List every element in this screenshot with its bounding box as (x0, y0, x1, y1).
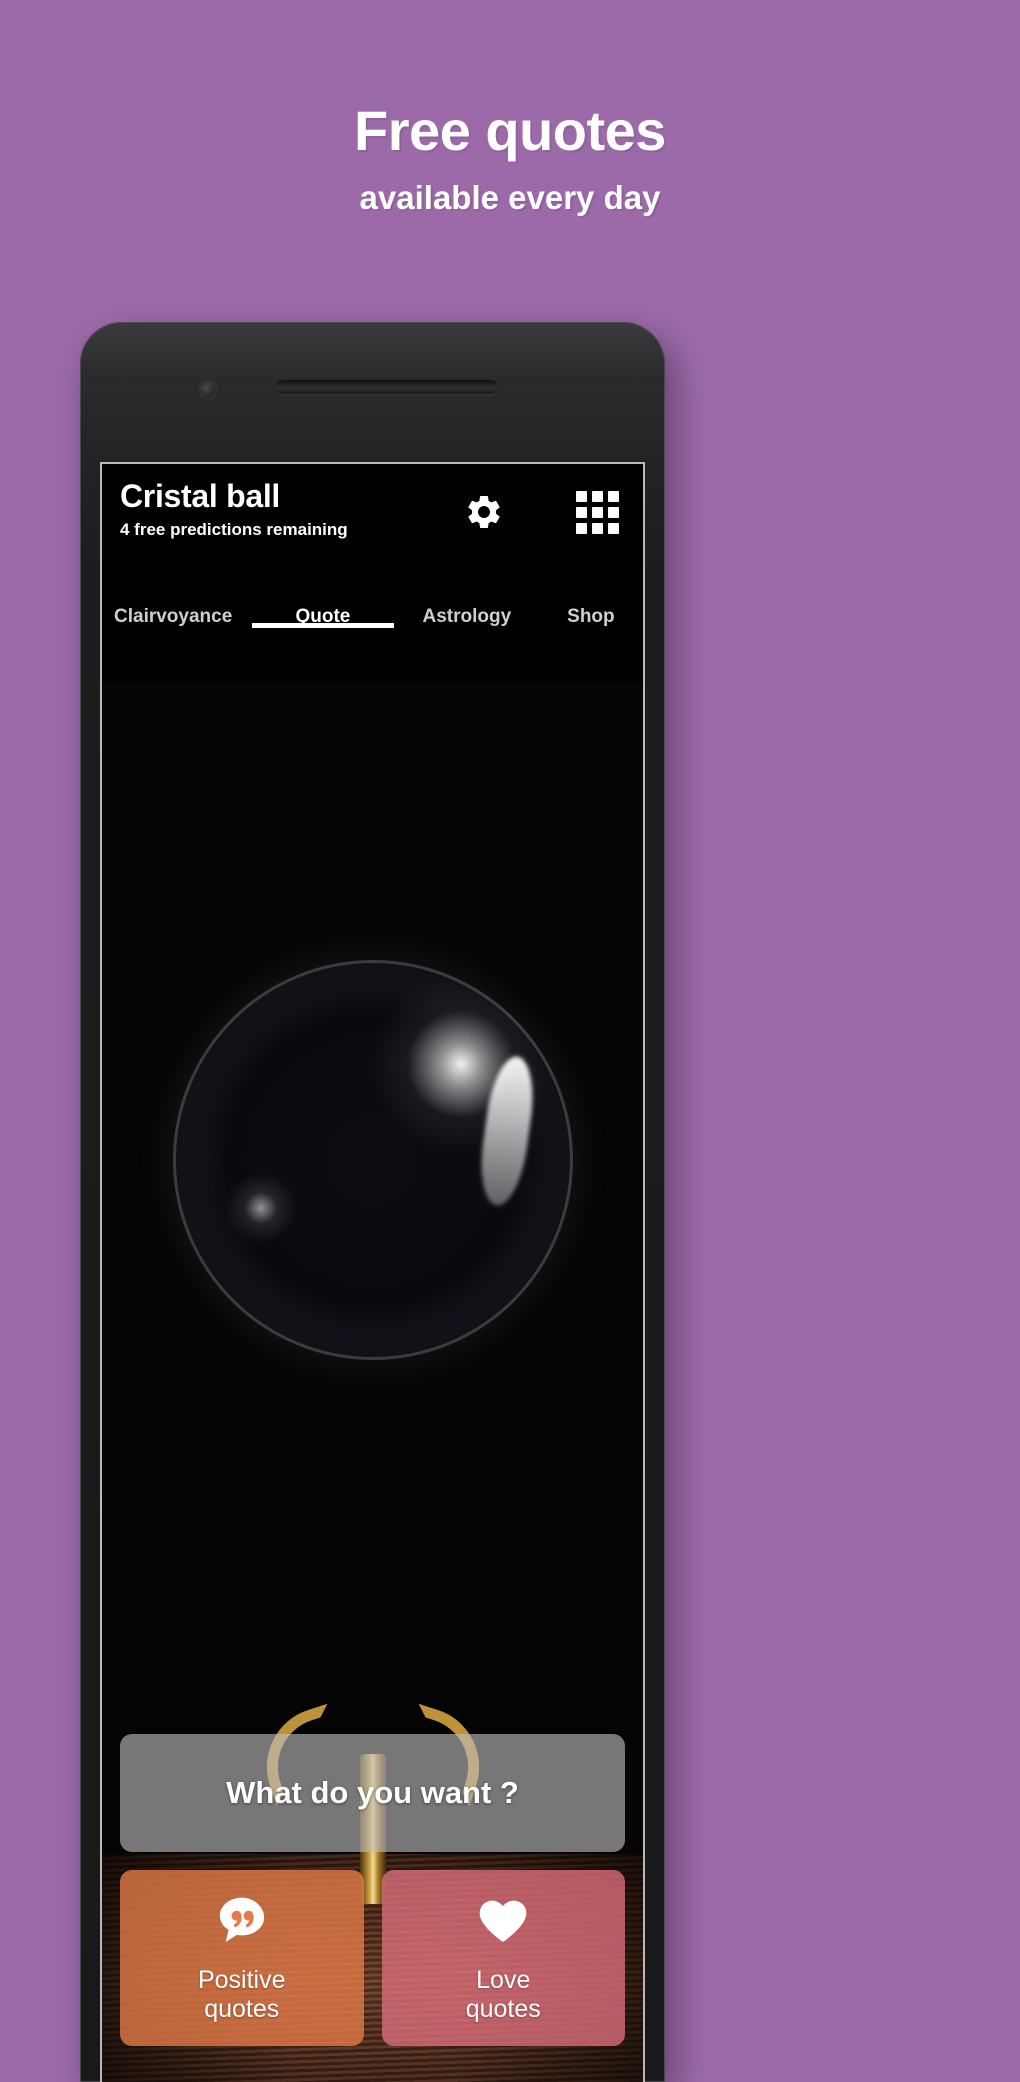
free-predictions-remaining: 4 free predictions remaining (120, 520, 348, 539)
positive-quotes-card[interactable]: Positive quotes (120, 1870, 364, 2046)
love-quotes-card[interactable]: Love quotes (381, 1870, 625, 2046)
crystal-ball-stage: What do you want ? Positive quotes Love … (102, 682, 643, 2082)
tab-label: Astrology (422, 606, 512, 627)
grid-cell (592, 522, 603, 534)
quote-category-cards: Positive quotes Love quotes (120, 1870, 625, 2046)
grid-cell (608, 506, 619, 518)
tab-bar: Clairvoyance Quote Astrology Shop (102, 584, 643, 682)
card-label-line1: Love (476, 1965, 531, 1994)
gear-icon[interactable] (464, 492, 504, 532)
app-bar: Cristal ball 4 free predictions remainin… (102, 464, 643, 584)
quote-bubble-icon (214, 1893, 270, 1954)
tab-quote[interactable]: Quote (251, 584, 395, 628)
grid-cell (608, 522, 619, 534)
crystal-ball-image[interactable] (172, 960, 573, 1360)
front-camera-icon (200, 382, 216, 398)
phone-mockup: Cristal ball 4 free predictions remainin… (80, 322, 665, 2082)
grid-menu-icon[interactable] (576, 490, 619, 534)
prompt-bar: What do you want ? (120, 1734, 625, 1852)
card-label-line2: quotes (204, 1994, 280, 2023)
positive-quotes-label: Positive quotes (198, 1966, 286, 2024)
app-title-block: Cristal ball 4 free predictions remainin… (120, 478, 348, 540)
earpiece-speaker (276, 380, 498, 394)
card-label-line2: quotes (465, 1994, 541, 2023)
love-quotes-label: Love quotes (466, 1966, 541, 2024)
heart-icon (475, 1893, 531, 1954)
grid-cell (592, 506, 603, 518)
app-bar-actions (464, 482, 643, 542)
grid-cell (576, 490, 587, 502)
active-tab-indicator (251, 623, 394, 628)
tab-label: Shop (567, 606, 615, 627)
tab-shop[interactable]: Shop (539, 584, 643, 628)
promo-header: Free quotes available every day (0, 0, 1020, 217)
app-screen: Cristal ball 4 free predictions remainin… (100, 462, 645, 2082)
promo-title: Free quotes (354, 99, 666, 162)
grid-cell (592, 490, 603, 502)
promo-subtitle: available every day (359, 179, 661, 216)
prompt-text: What do you want ? (226, 1775, 519, 1810)
grid-cell (576, 506, 587, 518)
app-title: Cristal ball (120, 478, 281, 514)
card-label-line1: Positive (197, 1965, 286, 1994)
tab-clairvoyance[interactable]: Clairvoyance (102, 584, 251, 628)
grid-cell (576, 522, 587, 534)
tab-label: Clairvoyance (114, 606, 233, 627)
tab-astrology[interactable]: Astrology (395, 584, 539, 628)
grid-cell (608, 490, 619, 502)
